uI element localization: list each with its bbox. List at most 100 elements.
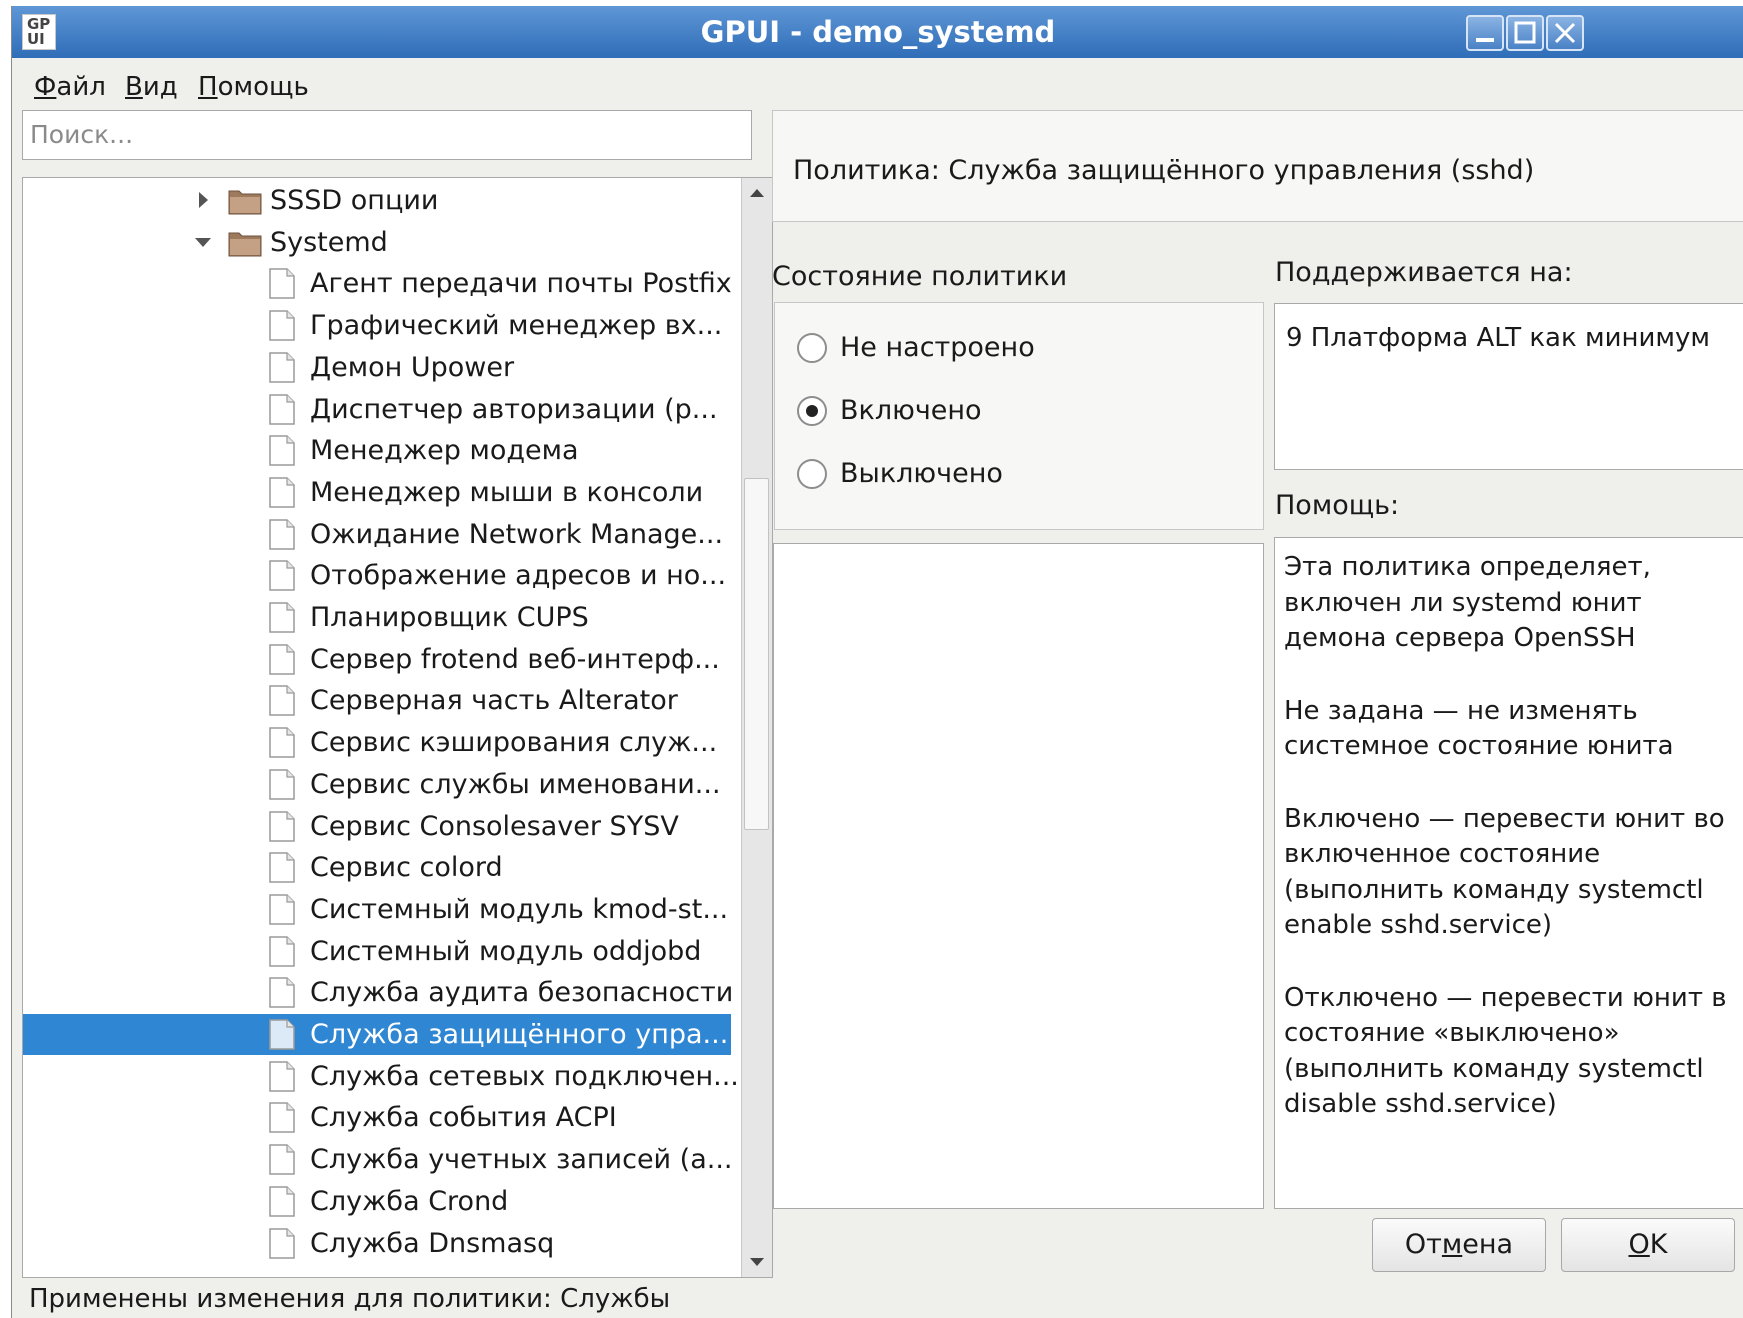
tree-item[interactable]: Графический менеджер вх...: [23, 305, 731, 346]
radio-not-configured[interactable]: [797, 333, 827, 363]
app-window: GP UI GPUI - demo_systemd Файл Вид Помощ…: [11, 6, 1743, 1318]
tree-item[interactable]: Служба защищённого упра...: [23, 1014, 731, 1055]
tree-item[interactable]: Сервис службы именовани...: [23, 764, 731, 805]
tree-item[interactable]: Служба Dnsmasq: [23, 1223, 731, 1264]
tree-item[interactable]: Системный модуль oddjobd: [23, 931, 731, 972]
tree-item-label: Сервис кэширования служ...: [310, 727, 718, 759]
help-paragraph: Не задана — не изменять системное состоя…: [1284, 695, 1674, 762]
tree-item[interactable]: Служба Crond: [23, 1181, 731, 1222]
tree-item-label: Серверная часть Alterator: [310, 685, 678, 717]
tree-item[interactable]: Служба сетевых подключен...: [23, 1056, 739, 1097]
minimize-button[interactable]: [1466, 15, 1504, 51]
supported-on-value: 9 Платформа ALT как минимум: [1286, 323, 1710, 353]
cancel-button[interactable]: Отмена: [1372, 1218, 1546, 1272]
menu-file[interactable]: Файл: [34, 72, 106, 102]
scrollbar-thumb[interactable]: [744, 478, 769, 830]
document-icon: [269, 435, 295, 466]
menu-help[interactable]: Помощь: [198, 72, 309, 102]
tree-scrollbar[interactable]: [741, 178, 772, 1277]
document-icon: [269, 268, 295, 300]
tree-item[interactable]: Отображение адресов и но...: [23, 555, 731, 596]
document-icon: [269, 935, 295, 967]
tree-item-label: Служба события ACPI: [310, 1102, 617, 1134]
scroll-up-icon[interactable]: [742, 178, 772, 208]
tree-folder[interactable]: SSSD опции: [23, 180, 731, 221]
expanded-arrow-icon[interactable]: [193, 222, 213, 263]
tree-item[interactable]: Демон Upower: [23, 347, 731, 388]
tree-item-label: Сервер frotend веб-интерф...: [310, 643, 720, 675]
document-icon: [269, 977, 295, 1009]
policy-state-group: Не настроено Включено Выключено: [774, 302, 1264, 530]
tree-item[interactable]: Агент передачи почты Postfix: [23, 263, 732, 304]
tree-item-label: Служба защищённого упра...: [310, 1019, 729, 1050]
tree-item-label: Служба сетевых подключен...: [310, 1060, 739, 1092]
tree-item[interactable]: Сервер frotend веб-интерф...: [23, 639, 731, 680]
document-icon: [269, 643, 295, 675]
tree-item[interactable]: Диспетчер авторизации (р...: [23, 389, 731, 430]
document-icon: [269, 1019, 295, 1050]
folder-icon: [228, 190, 262, 215]
menu-view[interactable]: Вид: [125, 72, 178, 102]
document-icon: [269, 393, 295, 425]
help-paragraph: Включено — перевести юнит во включенное …: [1284, 803, 1725, 941]
tree-item[interactable]: Ожидание Network Manage...: [23, 514, 731, 555]
tree-item[interactable]: Сервис кэширования служ...: [23, 722, 731, 763]
tree-item-label: Служба Dnsmasq: [310, 1227, 555, 1259]
tree-folder[interactable]: Systemd: [23, 222, 731, 263]
tree-item-label: Диспетчер авторизации (р...: [310, 393, 718, 425]
policy-state-label: Состояние политики: [772, 261, 1068, 292]
tree-item[interactable]: Менеджер модема: [23, 430, 731, 471]
tree-item[interactable]: Служба учетных записей (а...: [23, 1139, 733, 1180]
document-icon: [269, 894, 295, 925]
help-paragraph: Отключено — перевести юнит в состояние «…: [1284, 982, 1727, 1120]
comment-area[interactable]: [773, 543, 1264, 1209]
search-input[interactable]: Поиск...: [22, 110, 752, 160]
document-icon: [269, 477, 295, 508]
document-icon: [269, 852, 295, 883]
tree-item-label: Отображение адресов и но...: [310, 560, 727, 592]
radio-label-enabled: Включено: [840, 395, 982, 426]
tree-item-label: Планировщик CUPS: [310, 602, 589, 633]
radio-disabled[interactable]: [797, 459, 827, 489]
tree-item[interactable]: Сервис colord: [23, 847, 731, 888]
tree-item-label: Ожидание Network Manage...: [310, 518, 724, 550]
supported-on-label: Поддерживается на:: [1275, 257, 1573, 288]
tree-item[interactable]: Сервис Consolesaver SYSV: [23, 806, 731, 847]
radio-label-disabled: Выключено: [840, 458, 1003, 489]
collapsed-arrow-icon[interactable]: [193, 180, 213, 221]
policy-tree[interactable]: SSSD опции Systemd Агент передачи почты Po…: [22, 177, 773, 1278]
document-icon: [269, 769, 295, 800]
help-label: Помощь:: [1275, 490, 1400, 521]
document-icon: [269, 685, 295, 717]
radio-enabled[interactable]: [797, 396, 827, 426]
tree-item[interactable]: Служба события ACPI: [23, 1097, 731, 1138]
radio-label-not-configured: Не настроено: [840, 332, 1035, 363]
tree-item-label: Сервис colord: [310, 852, 503, 884]
tree-item-label: Агент передачи почты Postfix: [310, 268, 732, 300]
maximize-button[interactable]: [1506, 15, 1544, 51]
ok-button[interactable]: OK: [1561, 1218, 1735, 1272]
tree-item[interactable]: Планировщик CUPS: [23, 597, 731, 638]
tree-item-label: Служба аудита безопасности: [310, 977, 734, 1009]
tree-item-label: Демон Upower: [310, 351, 515, 383]
tree-item[interactable]: Серверная часть Alterator: [23, 680, 731, 721]
scroll-down-icon[interactable]: [742, 1247, 772, 1277]
close-icon: [1554, 22, 1576, 44]
maximize-icon: [1514, 21, 1536, 44]
tree-item[interactable]: Служба аудита безопасности: [23, 972, 734, 1013]
help-text-area: Эта политика определяет, включен ли syst…: [1274, 537, 1743, 1209]
tree-item-label: Графический менеджер вх...: [310, 310, 723, 342]
document-icon: [269, 602, 295, 633]
tree-item[interactable]: Системный модуль kmod-st...: [23, 889, 731, 930]
document-icon: [269, 518, 295, 550]
close-button[interactable]: [1546, 15, 1584, 51]
document-icon: [269, 1102, 295, 1134]
document-icon: [269, 352, 295, 383]
folder-icon: [228, 232, 262, 257]
help-paragraph: Эта политика определяет, включен ли syst…: [1284, 552, 1651, 653]
title-bar[interactable]: GP UI GPUI - demo_systemd: [12, 6, 1743, 58]
tree-item-label: Сервис Consolesaver SYSV: [310, 810, 679, 842]
tree-item[interactable]: Менеджер мыши в консоли: [23, 472, 731, 513]
status-bar: Применены изменения для политики: Службы: [29, 1284, 671, 1314]
tree-item-label: Служба Crond: [310, 1185, 509, 1217]
